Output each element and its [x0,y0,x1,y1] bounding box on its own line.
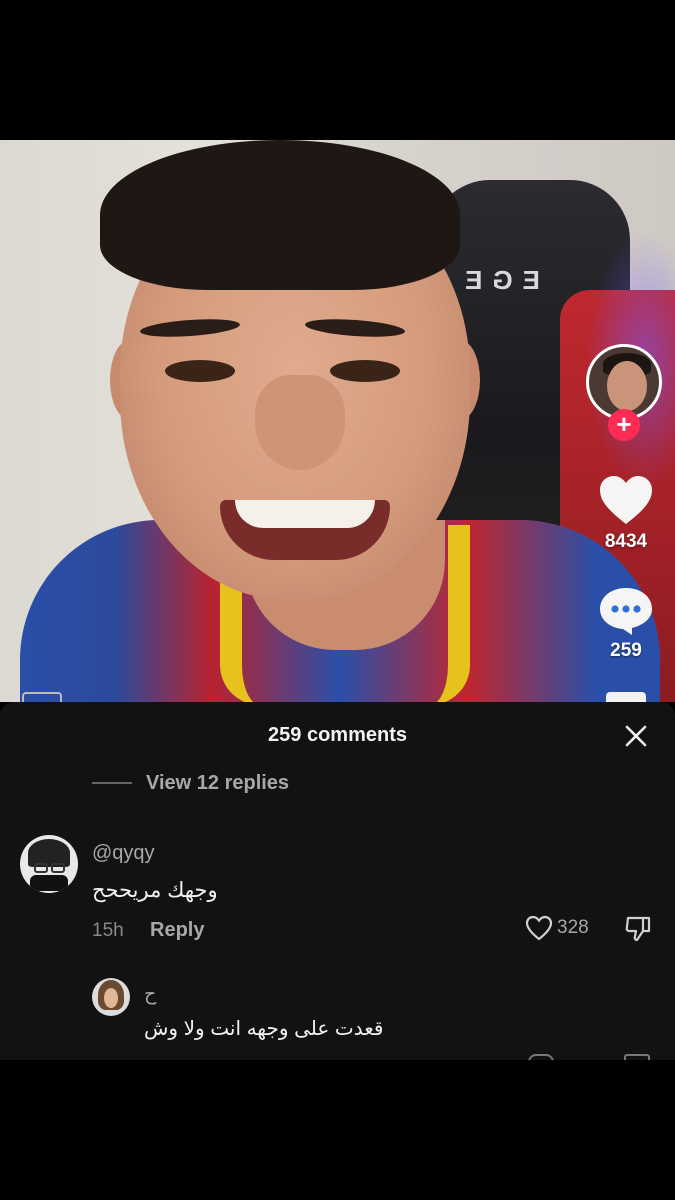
like-button[interactable] [598,474,654,531]
video-frame[interactable]: EGE [0,140,675,702]
reply-button[interactable]: Reply [150,919,204,942]
heart-icon [600,476,652,524]
avatar-mask [30,875,68,891]
nose [255,375,345,470]
comments-title: 259 comments [268,724,407,746]
eye-right [330,360,400,382]
teeth [235,500,375,528]
comment-count: 259 [610,640,642,661]
left-control-peek[interactable] [22,692,62,702]
view-replies-label: View 12 replies [146,771,290,794]
close-icon [625,725,647,747]
reply-avatar[interactable] [92,978,130,1016]
heart-outline-icon [525,915,553,941]
comment-text: وجهك مريححح [92,879,218,902]
hair [100,140,460,290]
comment-like-button[interactable]: 328 [525,915,589,941]
reply-like-peek[interactable] [528,1054,554,1060]
comment-button[interactable] [598,586,654,641]
reply-avatar-face [104,988,118,1008]
smile [220,500,390,560]
close-button[interactable] [620,720,652,752]
like-count: 8434 [604,531,648,552]
comment-bubble-icon [600,588,652,635]
view-replies-link[interactable]: View 12 replies [92,770,289,796]
reply-dislike-peek[interactable] [624,1054,650,1060]
avatar-glasses-right [51,863,65,873]
follow-button[interactable]: + [608,409,640,441]
dislike-button[interactable] [624,915,652,948]
commenter-avatar[interactable] [20,835,78,893]
chair-brand-text: EGE [455,265,540,295]
comment-username[interactable]: @qyqy [92,842,155,865]
comments-sheet: 259 comments View 12 replies @qyqy وجهك … [0,702,675,1060]
dislike-icon [625,916,651,942]
comment-timestamp: 15h [92,920,124,941]
creator-avatar-face [607,361,647,411]
bookmark-button-peek[interactable] [606,692,646,702]
eye-left [165,360,235,382]
replies-divider [92,782,132,784]
comment-like-count: 328 [557,917,589,938]
reply-text: قعدت على وجهه انت ولا وش [144,1018,384,1040]
avatar-glasses-left [34,863,48,873]
reply-username[interactable]: ح [144,983,156,1006]
